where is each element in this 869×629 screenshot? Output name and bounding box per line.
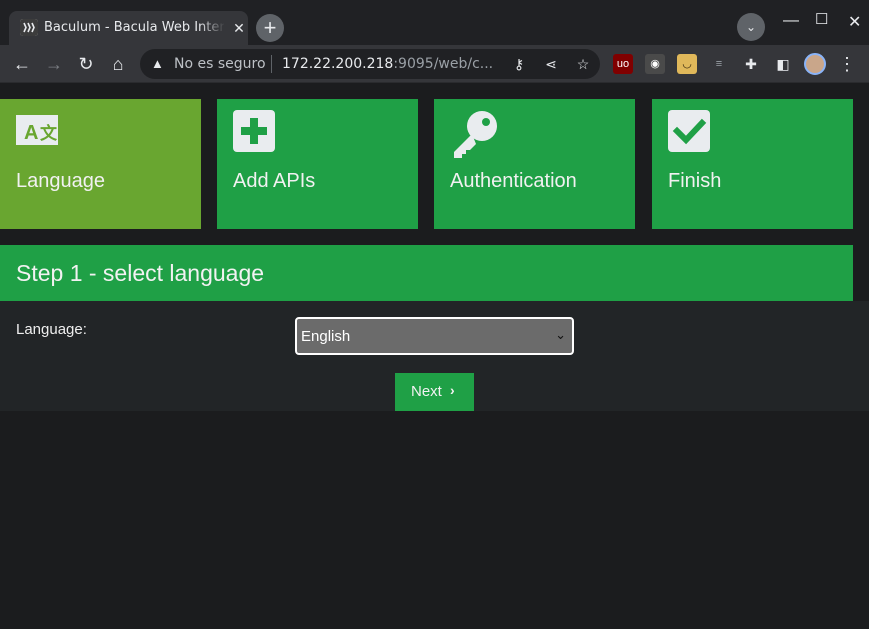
chevron-right-icon: › xyxy=(450,382,455,398)
profile-avatar[interactable] xyxy=(804,53,826,75)
forward-arrow-icon[interactable]: → xyxy=(43,53,65,75)
svg-text:文: 文 xyxy=(40,123,58,144)
language-icon: A 文 xyxy=(16,115,58,145)
check-square-icon xyxy=(668,110,710,152)
plus-square-icon xyxy=(233,110,275,152)
browser-toolbar: ← → ↻ ⌂ ▲ No es seguro 172.22.200.218:90… xyxy=(0,45,869,83)
key-icon xyxy=(454,111,497,158)
step-label-finish: Finish xyxy=(668,170,722,192)
password-key-icon[interactable]: ⚷ xyxy=(510,55,528,73)
warning-icon[interactable]: ▲ xyxy=(151,56,166,71)
menu-dots-icon[interactable]: ⋮ xyxy=(836,53,858,75)
home-icon[interactable]: ⌂ xyxy=(107,53,129,75)
url-host: 172.22.200.218 xyxy=(282,56,394,72)
language-label: Language: xyxy=(16,321,87,338)
tab-search-icon[interactable]: ⌄ xyxy=(737,13,765,41)
step-label-authentication: Authentication xyxy=(450,170,577,192)
share-icon[interactable]: ⋖ xyxy=(542,55,560,73)
cat-extension-icon[interactable]: ◡ xyxy=(677,54,697,74)
new-tab-icon[interactable]: + xyxy=(256,14,284,42)
incognito-extension-icon[interactable]: ◉ xyxy=(645,54,665,74)
step-tile-authentication[interactable]: Authentication xyxy=(434,99,635,229)
close-window-icon[interactable]: ✕ xyxy=(848,12,861,32)
step-title: Step 1 - select language xyxy=(16,260,265,286)
step-tile-language[interactable]: A 文 Language xyxy=(0,99,201,229)
tab-title: Baculum - Bacula Web Interface xyxy=(44,20,224,35)
extensions-puzzle-icon[interactable]: ✚ xyxy=(741,54,761,74)
next-button-label: Next xyxy=(411,383,442,400)
tab-close-icon[interactable]: ✕ xyxy=(231,20,247,36)
browser-titlebar: Baculum - Bacula Web Interface ✕ + ⌄ — ☐… xyxy=(0,0,869,45)
reader-extension-icon[interactable]: ≡ xyxy=(709,54,729,74)
step-tile-finish[interactable]: Finish xyxy=(652,99,853,229)
svg-text:A: A xyxy=(24,122,38,144)
security-status[interactable]: No es seguro xyxy=(174,56,266,72)
url-text[interactable]: 172.22.200.218:9095/web/c... xyxy=(282,56,493,72)
url-path: :9095/web/c... xyxy=(393,56,494,72)
baculum-favicon-icon xyxy=(20,19,38,36)
browser-tab[interactable]: Baculum - Bacula Web Interface ✕ xyxy=(9,11,248,45)
chevron-down-icon: ⌄ xyxy=(555,327,566,342)
language-form: Language: English ⌄ Next › xyxy=(0,301,869,411)
step-label-add-apis: Add APIs xyxy=(233,170,316,192)
reload-icon[interactable]: ↻ xyxy=(75,53,97,75)
next-button[interactable]: Next › xyxy=(395,373,474,411)
step-tile-add-apis[interactable]: Add APIs xyxy=(217,99,418,229)
minimize-icon[interactable]: — xyxy=(783,12,799,30)
step-header: Step 1 - select language xyxy=(0,245,853,301)
ublock-origin-icon[interactable]: uo xyxy=(613,54,633,74)
language-select[interactable]: English ⌄ xyxy=(295,317,574,355)
back-arrow-icon[interactable]: ← xyxy=(11,53,33,75)
address-bar[interactable]: ▲ No es seguro 172.22.200.218:9095/web/c… xyxy=(140,49,600,79)
maximize-icon[interactable]: ☐ xyxy=(815,10,828,28)
tab-title-fade xyxy=(199,17,225,37)
language-select-value: English xyxy=(301,328,351,345)
bookmark-star-icon[interactable]: ☆ xyxy=(574,55,592,73)
page-content: A 文 Language Add APIs Authentication Fin… xyxy=(0,83,869,629)
step-label-language: Language xyxy=(16,170,105,192)
omnibox-divider xyxy=(271,55,272,73)
side-panel-icon[interactable]: ◧ xyxy=(773,54,793,74)
